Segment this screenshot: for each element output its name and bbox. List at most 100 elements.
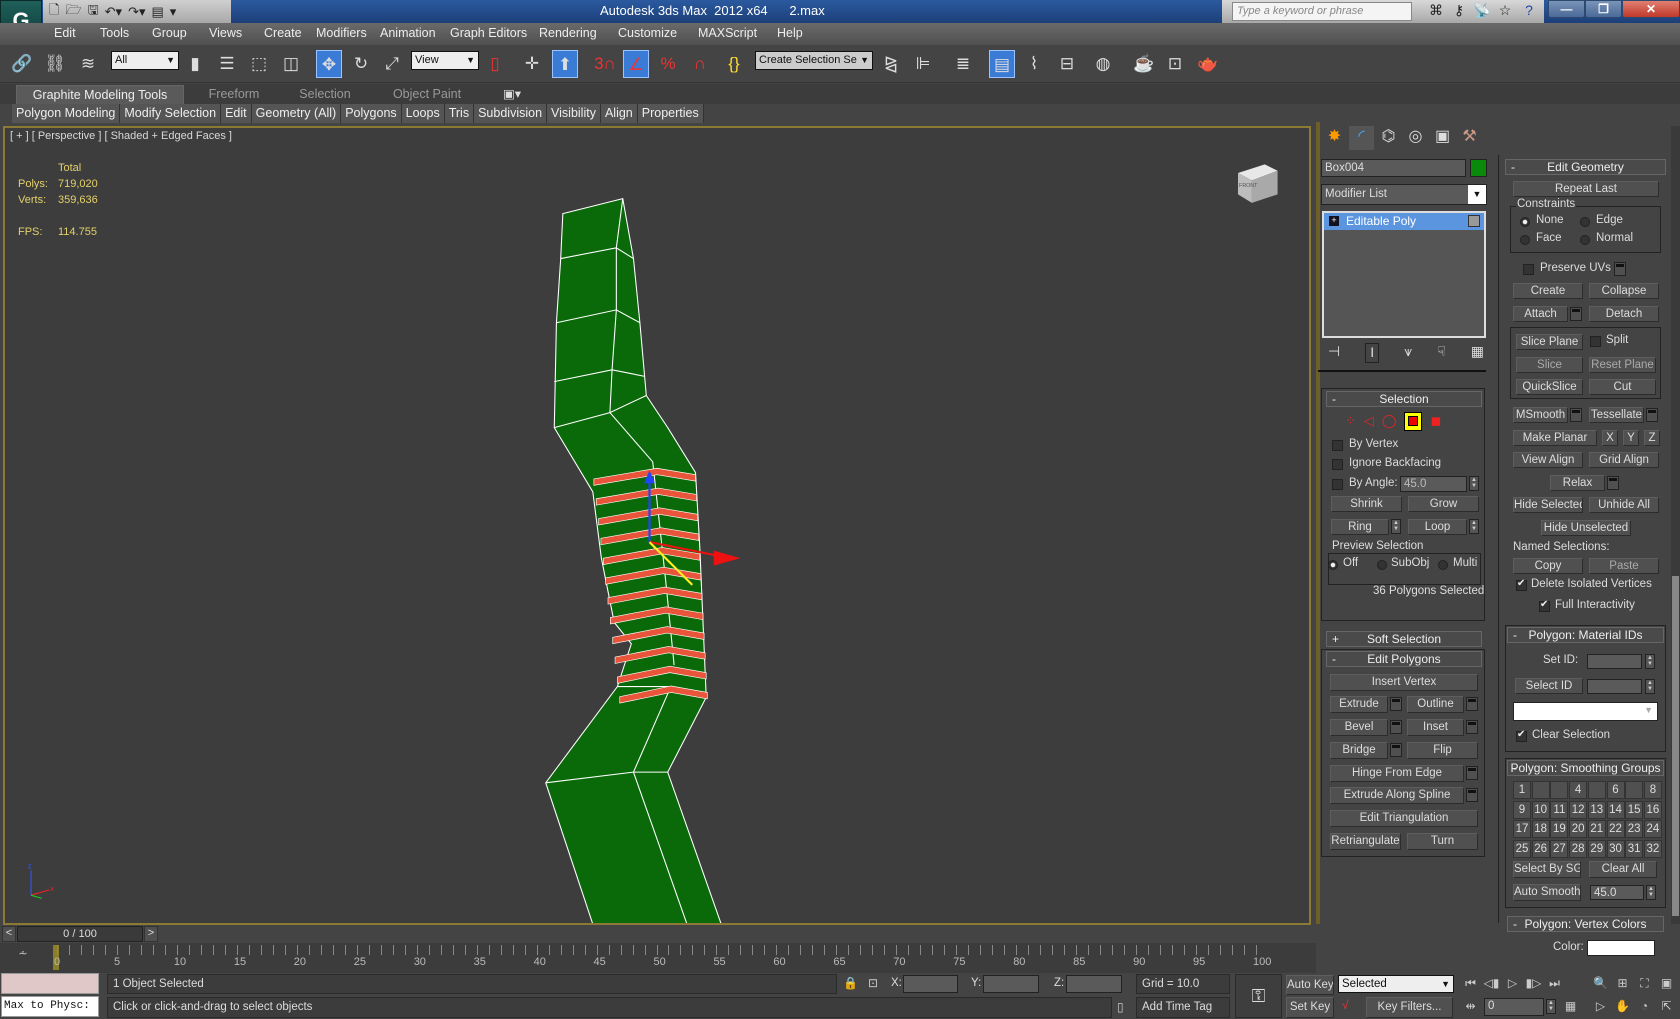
smoothing-group-24[interactable]: 24 bbox=[1643, 820, 1662, 838]
msmooth-button[interactable]: MSmooth bbox=[1513, 407, 1568, 423]
selection-filter-dropdown[interactable]: All bbox=[111, 51, 179, 70]
edit-polygons-rollout-header[interactable]: - Edit Polygons bbox=[1326, 651, 1482, 667]
constraint-edge-radio[interactable] bbox=[1580, 217, 1590, 227]
threshold-spinner[interactable]: ▲ ▼ bbox=[1646, 885, 1656, 900]
next-key-icon[interactable]: ▮▷ bbox=[1523, 973, 1544, 994]
smoothing-group-13[interactable]: 13 bbox=[1587, 800, 1606, 819]
menu-create[interactable]: Create bbox=[264, 26, 302, 40]
track-bar[interactable]: ⩪ 0 5 10 15 20 25 30 35 40 45 50 55 60 65 70 75 80 85 90 95… bbox=[0, 943, 1316, 973]
time-slider[interactable]: < 0 / 100 > bbox=[0, 925, 1311, 943]
project-folder-icon[interactable]: ▤ bbox=[152, 4, 164, 20]
polygon-level-icon[interactable] bbox=[1404, 411, 1423, 431]
tab-object-paint[interactable]: Object Paint bbox=[382, 85, 472, 104]
z-coordinate-field[interactable] bbox=[1066, 975, 1122, 993]
detach-button[interactable]: Detach bbox=[1589, 306, 1659, 322]
smoothing-group-6[interactable]: 6 bbox=[1606, 781, 1625, 799]
maxscript-input[interactable]: Max to Physc: bbox=[1, 996, 99, 1017]
scrollbar-thumb[interactable] bbox=[1672, 576, 1679, 916]
create-tab-icon[interactable]: ✸ bbox=[1322, 126, 1347, 150]
save-icon[interactable]: 🖫 bbox=[88, 1, 99, 23]
star-icon[interactable]: ☆ bbox=[1494, 2, 1516, 21]
undo-icon[interactable]: ↶▾ bbox=[105, 4, 122, 20]
border-level-icon[interactable]: ◯ bbox=[1382, 413, 1397, 429]
curve-editor-icon[interactable]: ⌇ bbox=[1021, 50, 1047, 78]
smoothing-group-10[interactable]: 10 bbox=[1531, 800, 1550, 819]
smoothing-group-8[interactable]: 8 bbox=[1643, 781, 1662, 799]
create-button[interactable]: Create bbox=[1513, 283, 1583, 299]
smoothing-group-29[interactable]: 29 bbox=[1587, 839, 1606, 858]
zoom-icon[interactable]: 🔍 bbox=[1590, 973, 1611, 994]
inset-settings-icon[interactable] bbox=[1466, 720, 1478, 734]
vertex-color-swatch[interactable] bbox=[1587, 940, 1655, 956]
planar-x-button[interactable]: X bbox=[1602, 430, 1618, 446]
x-coordinate-field[interactable] bbox=[903, 975, 958, 993]
smoothing-groups-rollout-header[interactable]: - Polygon: Smoothing Groups bbox=[1507, 760, 1664, 776]
object-name-field[interactable]: Box004 bbox=[1321, 159, 1466, 177]
add-time-tag-button[interactable]: Add Time Tag bbox=[1136, 997, 1230, 1018]
zoom-extents-icon[interactable]: ⛶ bbox=[1634, 973, 1655, 994]
set-id-field[interactable] bbox=[1587, 654, 1642, 669]
smoothing-group-18[interactable]: 18 bbox=[1531, 820, 1550, 838]
outline-settings-icon[interactable] bbox=[1466, 697, 1478, 711]
render-teapot-icon[interactable]: 🫖 bbox=[1195, 50, 1221, 78]
delete-isolated-checkbox[interactable] bbox=[1516, 578, 1527, 591]
split-checkbox[interactable] bbox=[1590, 336, 1601, 347]
expand-icon[interactable]: + bbox=[1329, 216, 1339, 226]
slice-button[interactable]: Slice bbox=[1516, 357, 1583, 373]
smoothing-group-14[interactable]: 14 bbox=[1606, 800, 1625, 819]
hierarchy-tab-icon[interactable]: ⌬ bbox=[1376, 126, 1401, 150]
snaps-toggle-icon[interactable]: 3∩ bbox=[592, 50, 618, 78]
maxscript-mini-listener[interactable] bbox=[1, 973, 99, 994]
mirror-icon[interactable]: ⧎ bbox=[878, 50, 904, 78]
paste-button[interactable]: Paste bbox=[1589, 558, 1659, 574]
search-input[interactable]: Type a keyword or phrase bbox=[1232, 2, 1412, 21]
select-object-icon[interactable]: ▮ bbox=[182, 50, 208, 78]
preserve-uvs-checkbox[interactable] bbox=[1523, 264, 1534, 275]
satellite-icon[interactable]: 📡 bbox=[1471, 2, 1493, 21]
edit-named-selection-icon[interactable]: {} bbox=[721, 50, 747, 78]
next-frame-button[interactable]: > bbox=[144, 926, 158, 942]
schematic-view-icon[interactable]: ⊟ bbox=[1054, 50, 1080, 78]
ignore-backfacing-checkbox[interactable] bbox=[1332, 459, 1343, 470]
field-of-view-icon[interactable]: ▷ bbox=[1590, 996, 1611, 1017]
constraint-face-radio[interactable] bbox=[1520, 235, 1530, 245]
grow-button[interactable]: Grow bbox=[1408, 496, 1479, 512]
orbit-icon[interactable]: ◔ bbox=[1634, 996, 1655, 1017]
smoothing-group-27[interactable]: 27 bbox=[1550, 839, 1569, 858]
smoothing-group-17[interactable]: 17 bbox=[1513, 820, 1531, 838]
smoothing-group-32[interactable]: 32 bbox=[1643, 839, 1662, 858]
pan-icon[interactable]: ✋ bbox=[1612, 996, 1633, 1017]
select-id-button[interactable]: Select ID bbox=[1515, 678, 1583, 694]
align-icon[interactable]: ⊫ bbox=[910, 50, 936, 78]
angle-snap-icon[interactable]: ∠ bbox=[623, 50, 649, 78]
time-configuration-icon[interactable]: ▦ bbox=[1560, 996, 1581, 1017]
panel-tris[interactable]: Tris bbox=[445, 104, 475, 123]
maximize-viewport-icon[interactable]: ⇱ bbox=[1656, 996, 1677, 1017]
preview-off-radio[interactable] bbox=[1328, 560, 1338, 570]
bridge-button[interactable]: Bridge bbox=[1330, 742, 1388, 759]
menu-tools[interactable]: Tools bbox=[100, 26, 129, 40]
remove-modifier-icon[interactable]: ☟ bbox=[1437, 343, 1446, 363]
stack-toggle-icon[interactable] bbox=[1468, 215, 1480, 227]
spinner-snap-icon[interactable]: ∩ bbox=[687, 50, 713, 78]
mini-curve-editor-icon[interactable]: ⩪ bbox=[12, 947, 34, 969]
reset-plane-button[interactable]: Reset Plane bbox=[1589, 357, 1656, 373]
panel-properties[interactable]: Properties bbox=[638, 104, 704, 123]
smoothing-group-16[interactable]: 16 bbox=[1643, 800, 1662, 819]
named-selection-dropdown[interactable]: Create Selection Se bbox=[755, 51, 873, 70]
select-by-name-icon[interactable]: ☰ bbox=[214, 50, 240, 78]
make-unique-icon[interactable]: ⩛ bbox=[1404, 343, 1412, 363]
smoothing-group-5[interactable] bbox=[1587, 781, 1606, 799]
turn-button[interactable]: Turn bbox=[1407, 833, 1478, 850]
preview-multi-radio[interactable] bbox=[1438, 560, 1448, 570]
make-planar-button[interactable]: Make Planar bbox=[1513, 430, 1597, 446]
tab-graphite-modeling-tools[interactable]: Graphite Modeling Tools bbox=[16, 85, 184, 104]
menu-animation[interactable]: Animation bbox=[380, 26, 436, 40]
key-filters-button[interactable]: Key Filters... bbox=[1366, 997, 1453, 1018]
flip-button[interactable]: Flip bbox=[1407, 742, 1478, 759]
configure-modifier-sets-icon[interactable]: ▦ bbox=[1471, 343, 1484, 363]
y-coordinate-field[interactable] bbox=[983, 975, 1039, 993]
edit-geometry-rollout-header[interactable]: - Edit Geometry bbox=[1505, 159, 1666, 175]
command-panel-scrollbar[interactable] bbox=[1671, 126, 1680, 924]
panel-align[interactable]: Align bbox=[601, 104, 638, 123]
